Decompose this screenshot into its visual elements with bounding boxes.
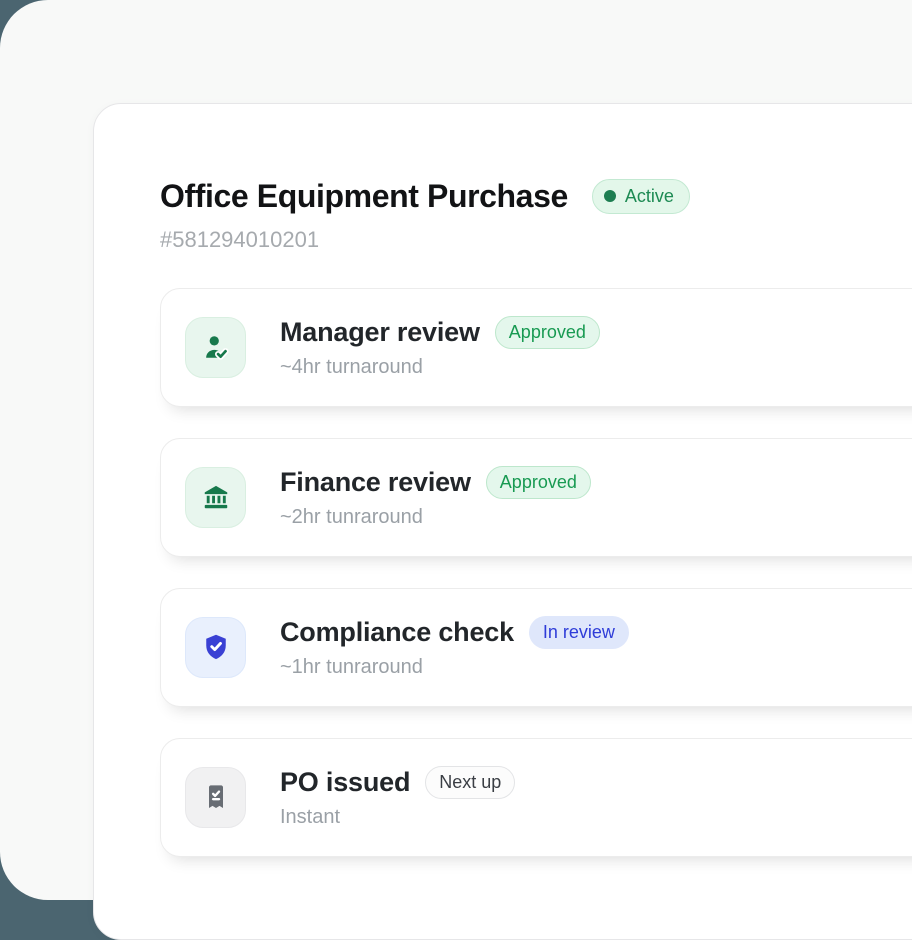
card-content: Office Equipment Purchase Active #581294… xyxy=(94,104,912,857)
step-icon-tile xyxy=(185,767,246,828)
step-subtitle: ~1hr tunraround xyxy=(280,656,629,679)
status-badge-label: Active xyxy=(625,185,674,208)
step-title-row: Finance review Approved xyxy=(280,466,591,499)
step-body: PO issued Next up Instant xyxy=(280,766,515,829)
step-title-row: Compliance check In review xyxy=(280,616,629,649)
step-status-badge: Approved xyxy=(486,466,591,499)
step-subtitle: Instant xyxy=(280,806,515,829)
workflow-step-card[interactable]: PO issued Next up Instant xyxy=(160,738,912,857)
status-badge: Active xyxy=(592,179,690,214)
workflow-step-card[interactable]: Finance review Approved ~2hr tunraround xyxy=(160,438,912,557)
receipt-icon xyxy=(201,782,231,812)
step-subtitle: ~2hr tunraround xyxy=(280,506,591,529)
background-panel: Office Equipment Purchase Active #581294… xyxy=(0,0,912,900)
header-row: Office Equipment Purchase Active xyxy=(160,178,912,215)
step-title: Finance review xyxy=(280,467,471,498)
step-icon-tile xyxy=(185,617,246,678)
bank-icon xyxy=(201,482,231,512)
page-title: Office Equipment Purchase xyxy=(160,178,568,215)
step-subtitle: ~4hr turnaround xyxy=(280,356,600,379)
step-icon-tile xyxy=(185,317,246,378)
step-body: Finance review Approved ~2hr tunraround xyxy=(280,466,591,529)
step-icon-tile xyxy=(185,467,246,528)
step-status-badge: Next up xyxy=(425,766,515,799)
step-title: PO issued xyxy=(280,767,410,798)
workflow-card: Office Equipment Purchase Active #581294… xyxy=(93,103,912,940)
step-status-badge: In review xyxy=(529,616,629,649)
step-title: Compliance check xyxy=(280,617,514,648)
workflow-step-card[interactable]: Compliance check In review ~1hr tunrarou… xyxy=(160,588,912,707)
shield-check-icon xyxy=(201,632,231,662)
step-status-badge: Approved xyxy=(495,316,600,349)
step-body: Manager review Approved ~4hr turnaround xyxy=(280,316,600,379)
step-title-row: Manager review Approved xyxy=(280,316,600,349)
workflow-steps-list: Manager review Approved ~4hr turnaround xyxy=(160,288,912,857)
order-id: #581294010201 xyxy=(160,227,912,253)
workflow-step-card[interactable]: Manager review Approved ~4hr turnaround xyxy=(160,288,912,407)
step-title: Manager review xyxy=(280,317,480,348)
user-check-icon xyxy=(201,332,231,362)
step-body: Compliance check In review ~1hr tunrarou… xyxy=(280,616,629,679)
step-title-row: PO issued Next up xyxy=(280,766,515,799)
status-dot-icon xyxy=(604,190,616,202)
